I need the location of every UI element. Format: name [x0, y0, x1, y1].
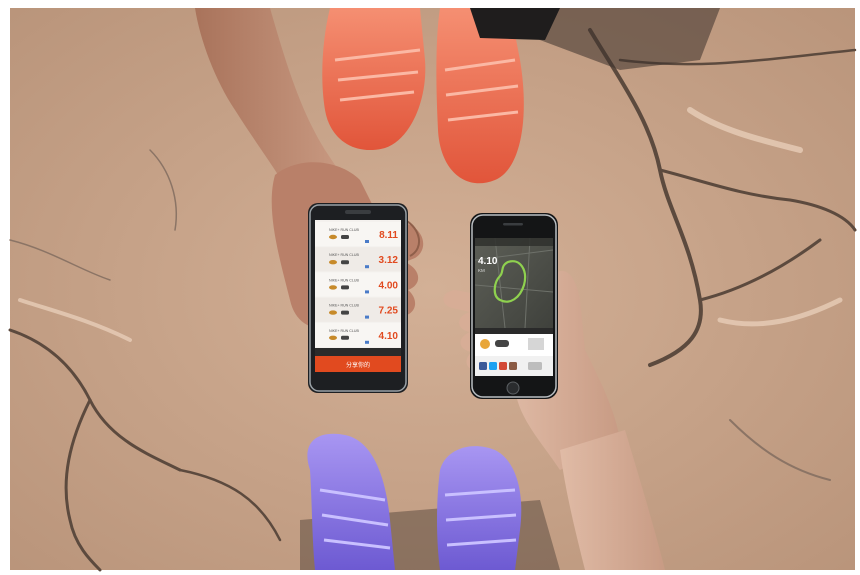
right-phone: 4.10 KM	[470, 213, 558, 399]
activity-row[interactable]: NIKE+ RUN CLUB 3.12	[315, 247, 401, 272]
activity-label: NIKE+ RUN CLUB	[329, 329, 359, 333]
activity-distance: 3.12	[379, 255, 399, 266]
activity-label: NIKE+ RUN CLUB	[329, 228, 359, 232]
shoe-icon	[329, 260, 337, 265]
shoe-icon	[329, 310, 337, 315]
share-button-label: 分享你的	[346, 361, 370, 369]
shoe-badge-icon	[495, 340, 509, 347]
stats-strip	[475, 328, 553, 334]
photo-scene: NIKE+ RUN CLUB 8.11NIKE+ RUN CLUB 3.12NIKE…	[8, 8, 857, 572]
gear-icon	[341, 335, 349, 340]
status-icon	[365, 340, 369, 344]
twitter-icon[interactable]	[489, 362, 497, 370]
gear-icon	[341, 235, 349, 239]
share-icon[interactable]	[499, 362, 507, 370]
stone-ground	[10, 8, 855, 570]
activity-label: NIKE+ RUN CLUB	[329, 304, 359, 308]
instagram-icon[interactable]	[509, 362, 517, 370]
status-icon	[365, 290, 369, 294]
status-icon	[365, 265, 369, 269]
gear-icon	[341, 260, 349, 265]
activity-row[interactable]: NIKE+ RUN CLUB 8.11	[315, 222, 401, 247]
badge-icon	[480, 339, 490, 349]
status-icon	[365, 315, 369, 319]
activity-distance: 8.11	[379, 230, 398, 241]
photo-badge-icon	[528, 338, 544, 350]
activity-distance: 7.25	[379, 306, 399, 317]
left-phone-tabbar	[315, 348, 401, 356]
more-icon[interactable]	[528, 362, 542, 370]
gear-icon	[341, 285, 349, 290]
shoe-icon	[329, 335, 337, 340]
activity-label: NIKE+ RUN CLUB	[329, 278, 359, 282]
activity-row[interactable]: NIKE+ RUN CLUB 7.25	[315, 297, 401, 322]
shoe-icon	[329, 234, 337, 240]
shoe-icon	[329, 285, 337, 290]
distance-value: 4.10	[478, 256, 498, 267]
activity-row[interactable]: NIKE+ RUN CLUB 4.10	[315, 322, 401, 347]
activity-distance: 4.10	[379, 331, 399, 342]
activity-distance: 4.00	[379, 280, 399, 291]
status-icon	[365, 240, 369, 243]
activity-label: NIKE+ RUN CLUB	[329, 253, 359, 257]
activity-row[interactable]: NIKE+ RUN CLUB 4.00	[315, 272, 401, 297]
facebook-icon[interactable]	[479, 362, 487, 370]
distance-unit: KM	[478, 268, 485, 273]
left-phone: NIKE+ RUN CLUB 8.11NIKE+ RUN CLUB 3.12NIKE…	[308, 203, 408, 393]
gear-icon	[341, 310, 349, 315]
